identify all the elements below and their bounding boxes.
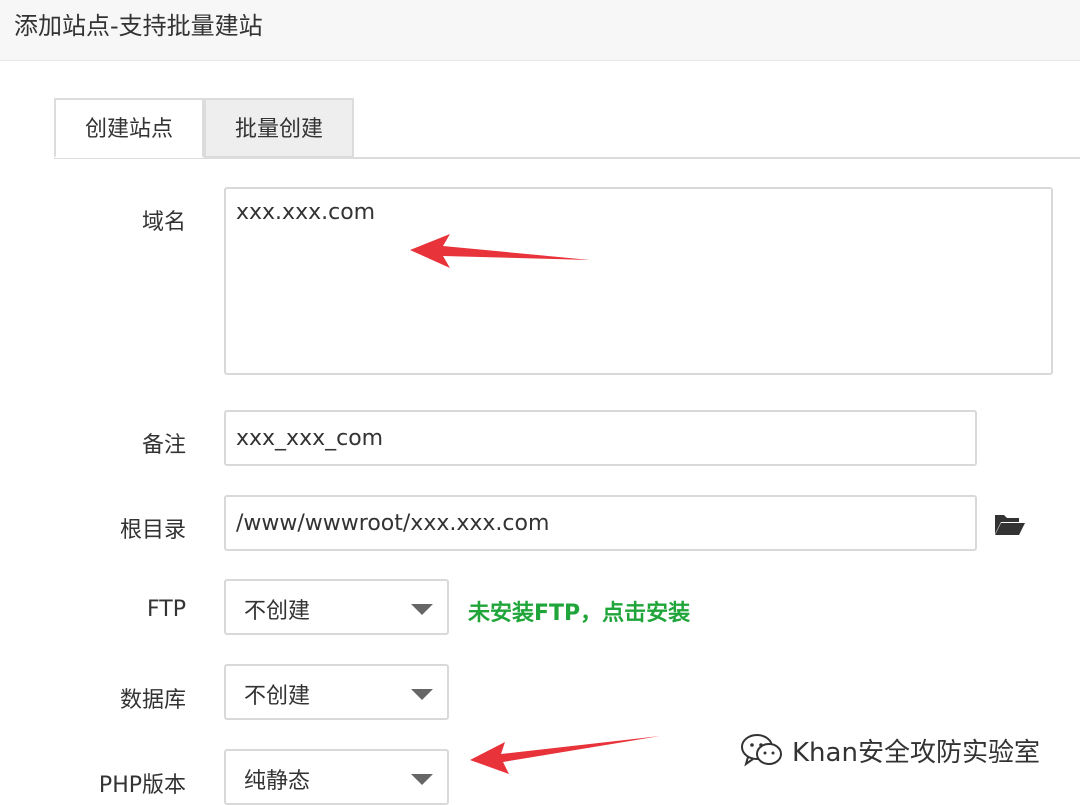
ftp-label: FTP — [147, 597, 186, 622]
ftp-select-value: 不创建 — [244, 599, 311, 624]
chevron-down-icon — [411, 604, 433, 615]
watermark: Khan安全攻防实验室 — [740, 730, 1040, 770]
ftp-select[interactable]: 不创建 — [224, 579, 449, 635]
domain-textarea[interactable]: xxx.xxx.com — [224, 187, 1053, 375]
database-select-value: 不创建 — [244, 684, 311, 709]
tab-batch-create[interactable]: 批量创建 — [204, 98, 354, 158]
annotation-arrow-php — [470, 736, 660, 774]
php-select-value: 纯静态 — [244, 769, 311, 794]
dialog-titlebar: 添加站点-支持批量建站 — [0, 0, 1080, 61]
database-label: 数据库 — [119, 688, 186, 713]
remark-input[interactable] — [224, 410, 977, 466]
root-input[interactable] — [224, 495, 977, 551]
chevron-down-icon — [411, 774, 433, 785]
dialog-title: 添加站点-支持批量建站 — [14, 12, 263, 40]
php-label: PHP版本 — [98, 773, 186, 798]
tab-create-site[interactable]: 创建站点 — [54, 98, 204, 158]
annotation-arrow-domain — [410, 234, 590, 268]
folder-open-icon[interactable] — [994, 512, 1026, 536]
php-select[interactable]: 纯静态 — [224, 749, 449, 805]
remark-label: 备注 — [141, 433, 186, 458]
chevron-down-icon — [411, 689, 433, 700]
domain-label: 域名 — [141, 210, 186, 235]
install-ftp-link[interactable]: 未安装FTP，点击安装 — [468, 595, 690, 627]
database-select[interactable]: 不创建 — [224, 664, 449, 720]
wechat-icon — [741, 734, 782, 767]
root-label: 根目录 — [119, 518, 186, 543]
watermark-text: Khan安全攻防实验室 — [792, 737, 1040, 768]
